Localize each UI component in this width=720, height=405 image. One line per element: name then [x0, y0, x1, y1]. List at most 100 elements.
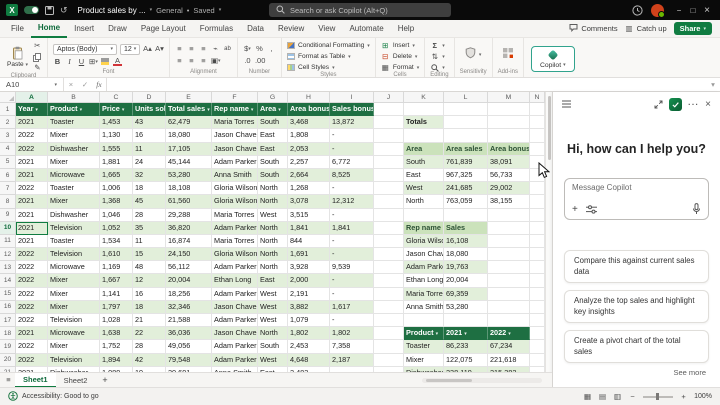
cell-H16[interactable]: 3,882 [288, 301, 330, 314]
tab-home[interactable]: Home [31, 20, 67, 38]
cell-E17[interactable]: 21,588 [166, 314, 212, 327]
cell-M9[interactable] [488, 209, 530, 222]
cell-H13[interactable]: 3,928 [288, 261, 330, 274]
cell-B12[interactable]: Television [48, 248, 100, 261]
tab-view[interactable]: View [311, 20, 342, 38]
row-header-18[interactable]: 18 [0, 327, 16, 340]
cell-N4[interactable] [530, 143, 545, 156]
column-header-L[interactable]: L [444, 92, 488, 103]
file-title[interactable]: Product sales by ... ▾ General • Saved ▾ [78, 6, 222, 15]
formula-bar-expand-icon[interactable]: ▾ [706, 80, 720, 89]
cell-B4[interactable]: Dishwasher [48, 143, 100, 156]
row-header-11[interactable]: 11 [0, 235, 16, 248]
cell-A11[interactable]: 2021 [16, 235, 48, 248]
cell-J2[interactable] [374, 116, 404, 129]
column-header-K[interactable]: K [404, 92, 444, 103]
cell-E10[interactable]: 36,820 [166, 222, 212, 235]
cell-D9[interactable]: 28 [133, 209, 166, 222]
cell-L18[interactable]: 2021 [444, 327, 488, 340]
cell-A10[interactable]: 2021 [16, 222, 48, 235]
cell-M8[interactable]: 38,155 [488, 195, 530, 208]
autosave-toggle[interactable] [24, 6, 39, 14]
cell-E14[interactable]: 20,004 [166, 274, 212, 287]
horizontal-scrollbar[interactable] [422, 378, 542, 383]
copilot-input[interactable]: Message Copilot + [564, 178, 709, 220]
cell-A20[interactable]: 2022 [16, 354, 48, 367]
cell-F1[interactable]: Rep name [212, 103, 258, 116]
row-header-9[interactable]: 9 [0, 209, 16, 222]
sheet-list-icon[interactable]: ≡ [4, 375, 13, 385]
cell-L1[interactable] [444, 103, 488, 116]
cell-H8[interactable]: 3,078 [288, 195, 330, 208]
cell-J5[interactable] [374, 156, 404, 169]
cell-J11[interactable] [374, 235, 404, 248]
cell-D7[interactable]: 18 [133, 182, 166, 195]
cell-D6[interactable]: 32 [133, 169, 166, 182]
cell-F10[interactable]: Adam Parker [212, 222, 258, 235]
cell-J1[interactable] [374, 103, 404, 116]
italic-button[interactable]: I [65, 57, 74, 67]
cell-D15[interactable]: 16 [133, 288, 166, 301]
format-cells-button[interactable]: ▦Format▾ [381, 63, 419, 72]
row-header-19[interactable]: 19 [0, 340, 16, 353]
cell-N9[interactable] [530, 209, 545, 222]
row-header-8[interactable]: 8 [0, 195, 16, 208]
cell-A13[interactable]: 2022 [16, 261, 48, 274]
cell-G13[interactable]: North [258, 261, 288, 274]
cell-L9[interactable] [444, 209, 488, 222]
cell-N1[interactable] [530, 103, 545, 116]
cell-I1[interactable]: Sales bonus [330, 103, 374, 116]
cell-M6[interactable]: 56,733 [488, 169, 530, 182]
cell-B2[interactable]: Toaster [48, 116, 100, 129]
cell-M4[interactable]: Area bonus [488, 143, 530, 156]
font-size-select[interactable]: 12▾ [120, 44, 140, 55]
cell-G12[interactable]: North [258, 248, 288, 261]
tab-draw[interactable]: Draw [101, 20, 134, 38]
cell-I11[interactable]: - [330, 235, 374, 248]
cell-D19[interactable]: 28 [133, 340, 166, 353]
cell-H17[interactable]: 1,079 [288, 314, 330, 327]
cell-N15[interactable] [530, 288, 545, 301]
cell-D1[interactable]: Units sold [133, 103, 166, 116]
cell-L16[interactable]: 53,280 [444, 301, 488, 314]
column-header-F[interactable]: F [212, 92, 258, 103]
bold-button[interactable]: B [53, 57, 62, 67]
cell-B8[interactable]: Mixer [48, 195, 100, 208]
cell-E4[interactable]: 17,105 [166, 143, 212, 156]
cancel-icon[interactable]: × [64, 80, 78, 89]
align-top-icon[interactable]: ≡ [175, 44, 184, 54]
cell-K5[interactable]: South [404, 156, 444, 169]
cell-H7[interactable]: 1,268 [288, 182, 330, 195]
cell-M16[interactable] [488, 301, 530, 314]
cell-E18[interactable]: 36,036 [166, 327, 212, 340]
cell-J14[interactable] [374, 274, 404, 287]
name-box[interactable]: A10 ▾ [0, 78, 64, 91]
cell-H12[interactable]: 1,691 [288, 248, 330, 261]
save-status[interactable]: Saved [193, 6, 214, 15]
cell-J3[interactable] [374, 129, 404, 142]
cell-L15[interactable]: 69,359 [444, 288, 488, 301]
cell-G4[interactable]: East [258, 143, 288, 156]
cell-C14[interactable]: 1,667 [100, 274, 133, 287]
enter-icon[interactable]: ✓ [78, 80, 92, 89]
copilot-button[interactable]: Copilot▾ [531, 46, 575, 72]
cell-N11[interactable] [530, 235, 545, 248]
cell-G8[interactable]: North [258, 195, 288, 208]
zoom-out-icon[interactable]: − [628, 392, 637, 402]
copilot-suggestion[interactable]: Create a pivot chart of the total sales [564, 330, 709, 363]
cell-K16[interactable]: Anna Smith [404, 301, 444, 314]
cell-K11[interactable]: Gloria Wilson [404, 235, 444, 248]
cell-H19[interactable]: 2,453 [288, 340, 330, 353]
orientation-icon[interactable]: ⌁ [211, 44, 220, 54]
cell-A3[interactable]: 2022 [16, 129, 48, 142]
cell-B6[interactable]: Microwave [48, 169, 100, 182]
cell-C20[interactable]: 1,894 [100, 354, 133, 367]
find-select-icon[interactable] [430, 63, 439, 73]
select-all-corner[interactable] [0, 92, 16, 103]
cell-M12[interactable] [488, 248, 530, 261]
cell-G14[interactable]: East [258, 274, 288, 287]
cell-M18[interactable]: 2022 [488, 327, 530, 340]
cell-I17[interactable]: - [330, 314, 374, 327]
align-middle-icon[interactable]: ≡ [187, 44, 196, 54]
cell-F11[interactable]: Maria Torres [212, 235, 258, 248]
